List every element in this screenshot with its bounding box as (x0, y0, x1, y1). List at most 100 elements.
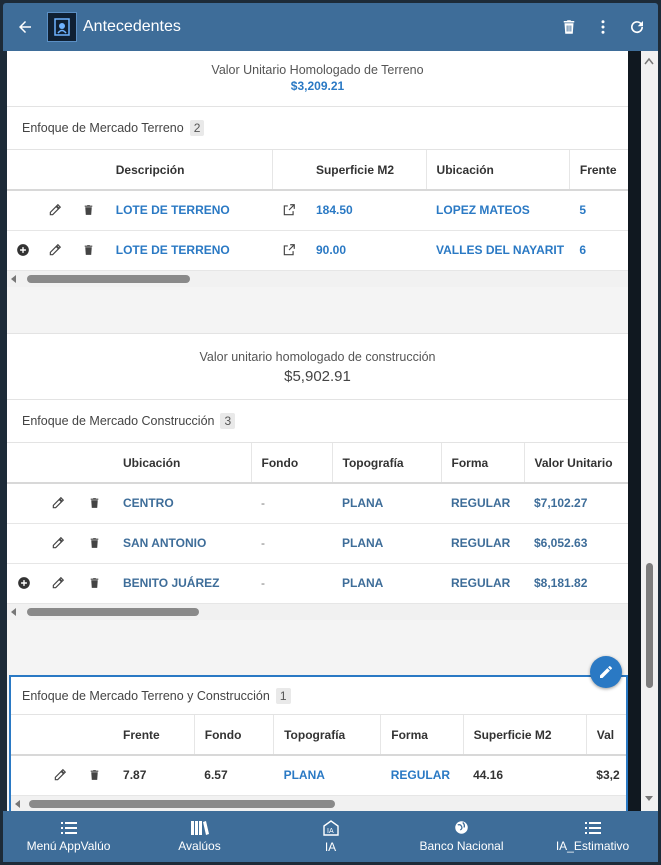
col-fondo[interactable]: Fondo (251, 443, 333, 484)
construccion-homologado-block: Valor unitario homologado de construcció… (7, 333, 628, 401)
scrollbar-thumb[interactable] (29, 799, 335, 808)
trash-icon (84, 205, 92, 216)
col-descripcion[interactable]: Descripción (105, 150, 273, 191)
edit-button[interactable] (43, 755, 77, 796)
mercado-construccion-table: Ubicación Fondo Topografía Forma Valor U… (7, 443, 628, 604)
edit-button[interactable] (41, 563, 75, 604)
col-superficie[interactable]: Superficie M2 (463, 715, 587, 756)
nav-banco-nacional[interactable]: Banco Nacional (396, 811, 527, 862)
open-link-button[interactable] (272, 230, 306, 271)
col-topografia[interactable]: Topografía (332, 443, 442, 484)
nav-menu-appvaluo[interactable]: Menú AppValúo (3, 811, 134, 862)
cell-forma[interactable]: REGULAR (441, 523, 524, 564)
delete-button[interactable] (552, 3, 586, 51)
nav-ia-estimativo[interactable]: IA_Estimativo (527, 811, 658, 862)
col-forma[interactable]: Forma (441, 443, 525, 484)
col-frente[interactable]: Frente (113, 715, 195, 756)
trash-icon (563, 20, 575, 34)
external-link-icon (283, 244, 296, 256)
mercado-terreno-construccion-section: Enfoque de Mercado Terreno y Construcció… (9, 675, 628, 811)
cell-ubicacion[interactable]: VALLES DEL NAYARIT (426, 230, 570, 271)
bottom-navigation: Menú AppValúo Avalúos IA IA Banco Nacion… (3, 811, 658, 862)
edit-button[interactable] (41, 483, 75, 524)
cell-descripcion[interactable]: LOTE DE TERRENO (105, 190, 273, 231)
col-ubicacion[interactable]: Ubicación (113, 443, 252, 484)
cell-frente[interactable]: 6 (569, 230, 628, 271)
scroll-up-icon[interactable] (644, 57, 654, 65)
horizontal-scrollbar[interactable] (11, 795, 626, 811)
scrollbar-thumb[interactable] (646, 563, 653, 688)
nav-avaluos[interactable]: Avalúos (134, 811, 265, 862)
delete-row-button[interactable] (76, 755, 114, 796)
cell-forma[interactable]: REGULAR (441, 563, 524, 604)
col-valor[interactable]: Val (586, 715, 626, 756)
cell-frente[interactable]: 5 (569, 190, 628, 231)
edit-button[interactable] (38, 230, 71, 271)
edit-button[interactable] (41, 523, 75, 564)
row-spacer (7, 483, 41, 524)
section-title: Enfoque de Mercado Terreno y Construcció… (11, 677, 626, 715)
nav-ia[interactable]: IA IA (265, 811, 396, 862)
scrollbar-thumb[interactable] (27, 274, 190, 283)
header-spacer (76, 715, 114, 756)
edit-button[interactable] (38, 190, 71, 231)
scroll-left-icon[interactable] (11, 607, 16, 616)
back-button[interactable] (5, 3, 45, 51)
mercado-terreno-construccion-count: 1 (275, 687, 291, 704)
cell-descripcion[interactable]: LOTE DE TERRENO (105, 230, 273, 271)
edit-fab-button[interactable] (590, 656, 622, 688)
cell-topografia[interactable]: PLANA (332, 563, 441, 604)
col-ubicacion[interactable]: Ubicación (426, 150, 570, 191)
cell-forma[interactable]: REGULAR (380, 755, 464, 796)
vertical-scrollbar[interactable] (641, 51, 658, 811)
scroll-left-icon[interactable] (11, 274, 16, 283)
cell-valor[interactable]: $8,181.82 (524, 563, 628, 604)
cell-forma[interactable]: REGULAR (441, 483, 524, 524)
horizontal-scrollbar[interactable] (7, 270, 628, 287)
col-fondo[interactable]: Fondo (194, 715, 275, 756)
scroll-left-icon[interactable] (15, 799, 20, 808)
col-topografia[interactable]: Topografía (273, 715, 382, 756)
cell-valor: $3,2 (586, 755, 626, 796)
cell-valor[interactable]: $7,102.27 (524, 483, 628, 524)
col-frente[interactable]: Frente (569, 150, 628, 191)
cell-ubicacion[interactable]: CENTRO (113, 483, 251, 524)
scroll-down-icon[interactable] (644, 795, 654, 803)
table-row[interactable]: BENITO JUÁREZ - PLANA REGULAR $8,181.82 (7, 563, 628, 604)
col-superficie[interactable]: Superficie M2 (305, 150, 427, 191)
scrollbar-thumb[interactable] (27, 607, 199, 616)
col-valor-unitario[interactable]: Valor Unitario (524, 443, 628, 484)
table-row[interactable]: 7.87 6.57 PLANA REGULAR 44.16 $3,2 (11, 755, 626, 796)
cell-ubicacion[interactable]: BENITO JUÁREZ (113, 563, 251, 604)
cell-ubicacion[interactable]: LOPEZ MATEOS (426, 190, 570, 231)
col-forma[interactable]: Forma (380, 715, 464, 756)
construccion-homologado-label: Valor unitario homologado de construcció… (199, 350, 436, 364)
app-title: Antecedentes (83, 18, 181, 35)
list-icon (60, 821, 77, 834)
horizontal-scrollbar[interactable] (7, 603, 628, 620)
table-row[interactable]: LOTE DE TERRENO 184.50 LOPEZ MATEOS 5 (7, 190, 628, 231)
table-row[interactable]: CENTRO - PLANA REGULAR $7,102.27 (7, 483, 628, 524)
open-link-button[interactable] (272, 190, 306, 231)
cell-frente: 7.87 (113, 755, 195, 796)
delete-row-button[interactable] (70, 230, 106, 271)
cell-ubicacion[interactable]: SAN ANTONIO (113, 523, 251, 564)
delete-row-button[interactable] (75, 523, 113, 564)
cell-topografia[interactable]: PLANA (273, 755, 381, 796)
refresh-button[interactable] (620, 3, 654, 51)
delete-row-button[interactable] (75, 563, 113, 604)
cell-superficie[interactable]: 184.50 (305, 190, 427, 231)
cell-superficie[interactable]: 90.00 (305, 230, 427, 271)
delete-row-button[interactable] (70, 190, 106, 231)
cell-valor[interactable]: $6,052.63 (524, 523, 628, 564)
add-row-button[interactable] (7, 230, 39, 271)
cell-topografia[interactable]: PLANA (332, 523, 441, 564)
terreno-homologado-label: Valor Unitario Homologado de Terreno (211, 63, 424, 77)
table-row[interactable]: SAN ANTONIO - PLANA REGULAR $6,052.63 (7, 523, 628, 564)
cell-topografia[interactable]: PLANA (332, 483, 441, 524)
add-row-button[interactable] (7, 563, 41, 604)
content-area[interactable]: Valor Unitario Homologado de Terreno $3,… (7, 51, 628, 811)
delete-row-button[interactable] (75, 483, 113, 524)
more-options-button[interactable] (586, 3, 620, 51)
table-row[interactable]: LOTE DE TERRENO 90.00 VALLES DEL NAYARIT… (7, 230, 628, 271)
